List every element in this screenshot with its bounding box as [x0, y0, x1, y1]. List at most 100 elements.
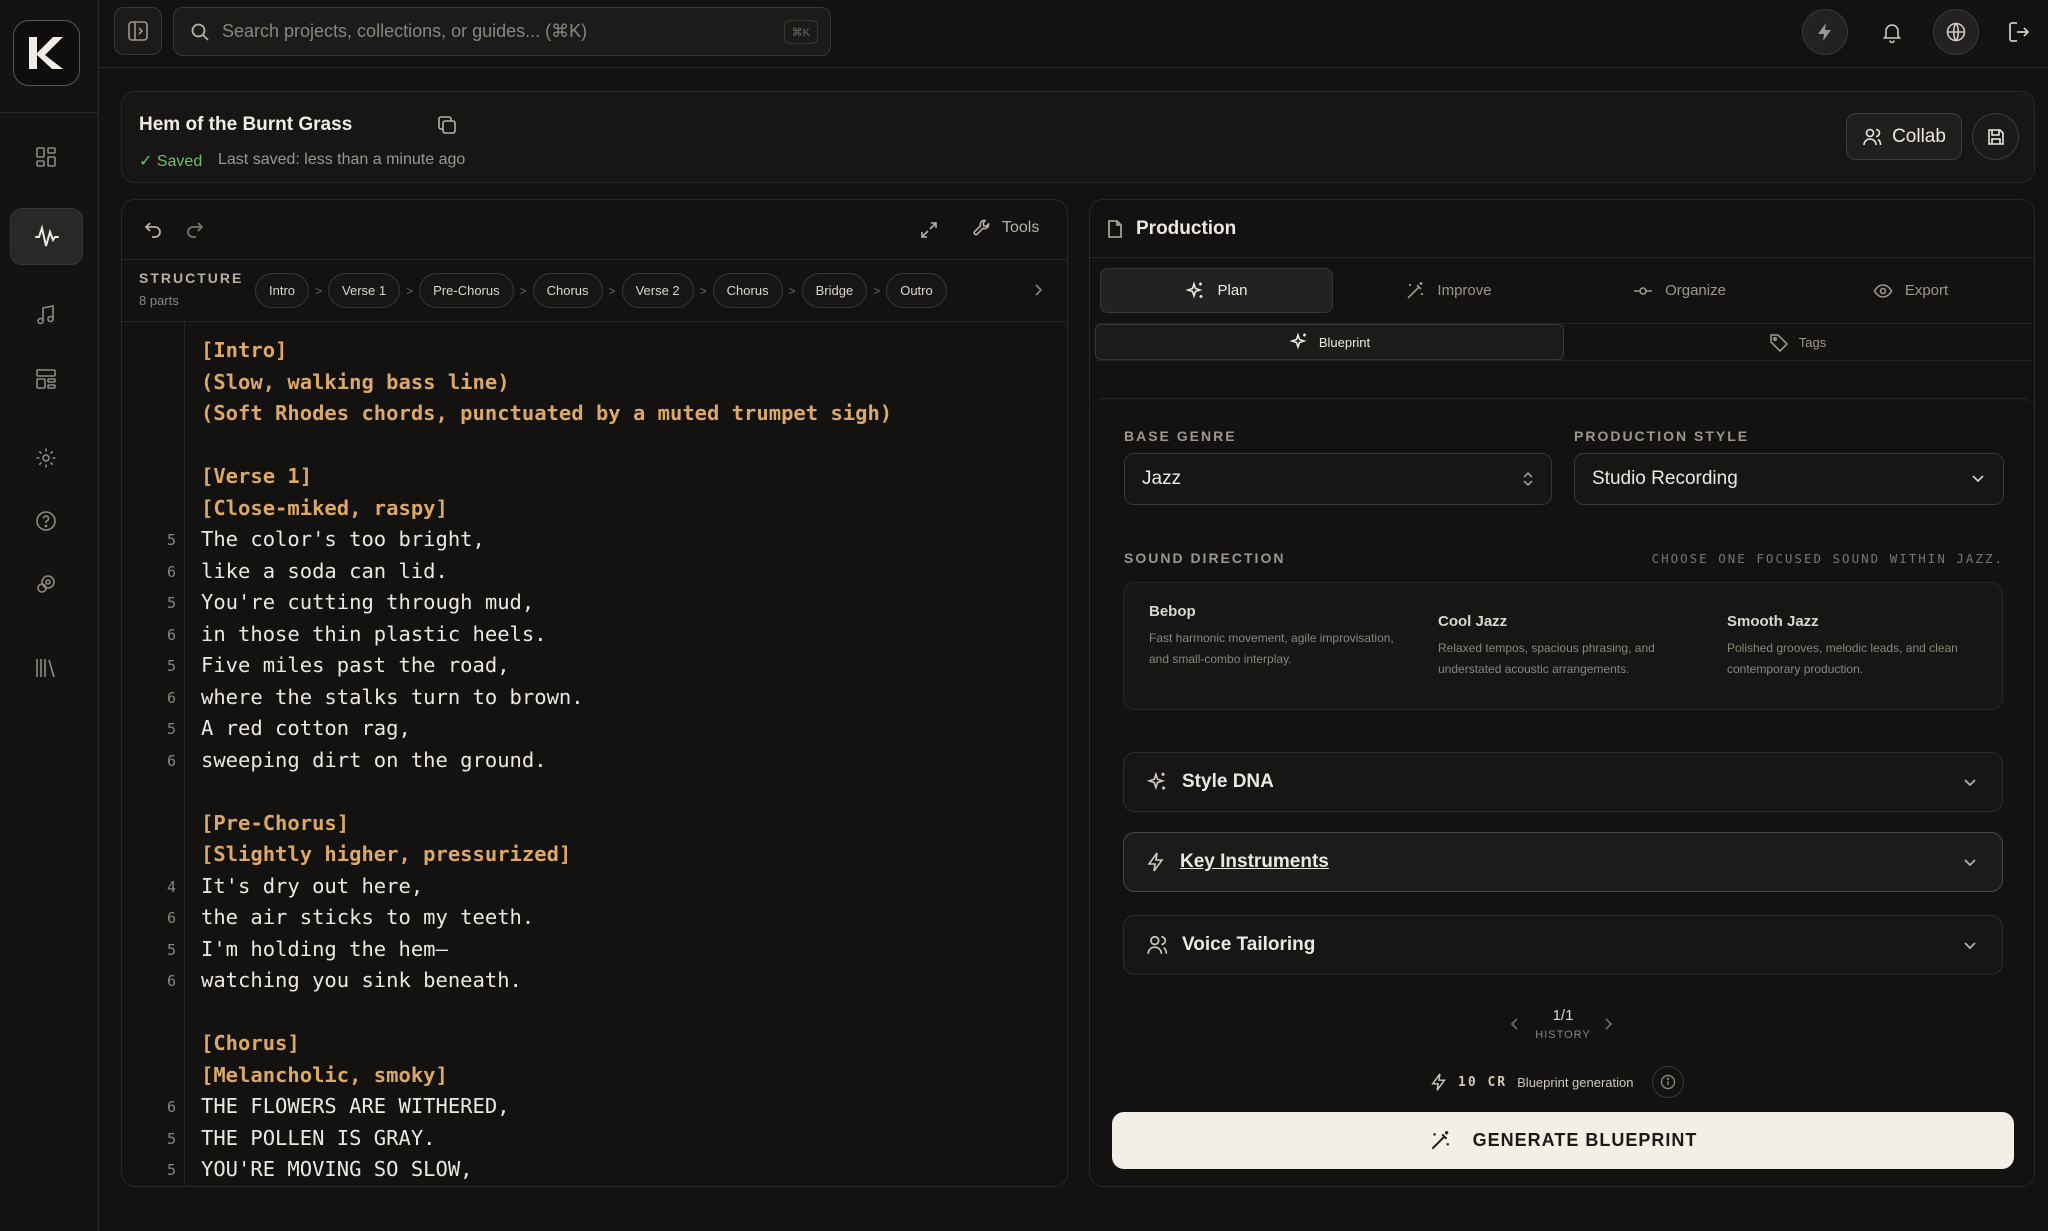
tab-improve[interactable]: Improve [1333, 268, 1564, 313]
lyric-line[interactable]: [Chorus] [122, 1029, 1067, 1061]
lyric-line[interactable]: 5 THE POLLEN IS GRAY. [122, 1124, 1067, 1156]
structure-bar: STRUCTURE 8 parts Intro > Verse 1 > Pre-Chor… [122, 260, 1067, 322]
sound-option-smooth-jazz[interactable]: Smooth Jazz Polished grooves, melodic le… [1727, 613, 1977, 680]
chip-separator: > [406, 283, 414, 298]
structure-chip[interactable]: Outro [886, 273, 947, 308]
generate-blueprint-button[interactable]: GENERATE BLUEPRINT [1112, 1112, 2014, 1169]
lyric-line[interactable]: 5 You're cutting through mud, [122, 588, 1067, 620]
lyrics-text-area[interactable]: [Intro] (Slow, walking bass line) (Soft Rh… [122, 322, 1067, 1186]
music-note-icon[interactable] [26, 295, 66, 335]
sound-option-cool-jazz[interactable]: Cool Jazz Relaxed tempos, spacious phras… [1438, 613, 1688, 680]
waveform-icon[interactable] [10, 208, 83, 265]
sound-option-bebop[interactable]: Bebop Fast harmonic movement, agile impr… [1149, 603, 1399, 670]
lyric-line[interactable] [122, 431, 1067, 463]
settings-gear-icon[interactable] [26, 438, 66, 478]
credit-cost: 10 CR Blueprint generation [1430, 1066, 1684, 1098]
lyric-line[interactable]: 6 THE FLOWERS ARE WITHERED, [122, 1092, 1067, 1124]
notifications-bell-icon[interactable] [1869, 9, 1915, 55]
lyric-line[interactable]: (Slow, walking bass line) [122, 368, 1067, 400]
lyric-line[interactable]: [Verse 1] [122, 462, 1067, 494]
redo-icon[interactable] [183, 218, 207, 242]
lyric-line[interactable] [122, 777, 1067, 809]
base-genre-select[interactable]: Jazz [1124, 453, 1552, 505]
lyric-line[interactable]: (Soft Rhodes chords, punctuated by a mut… [122, 399, 1067, 431]
structure-chip[interactable]: Verse 2 [621, 273, 694, 308]
help-icon[interactable] [26, 501, 66, 541]
lyric-line[interactable]: 5 Five miles past the road, [122, 651, 1067, 683]
syllable-count: 6 [166, 625, 176, 644]
app-logo[interactable] [13, 20, 80, 86]
structure-chip[interactable]: Bridge [801, 273, 868, 308]
sparkles-icon [1289, 332, 1307, 350]
save-button[interactable] [1972, 113, 2019, 160]
collab-label: Collab [1892, 125, 1946, 147]
collab-button[interactable]: Collab [1846, 113, 1962, 160]
tools-button[interactable]: Tools [972, 218, 1039, 238]
lyric-line[interactable]: 6 in those thin plastic heels. [122, 620, 1067, 652]
lyric-text: the air sticks to my teeth. [201, 905, 535, 929]
search-bar[interactable]: ⌘K [173, 7, 831, 56]
undo-icon[interactable] [141, 218, 165, 242]
lyric-line[interactable]: 5 The color's too bright, [122, 525, 1067, 557]
chevron-down-icon [1964, 859, 1976, 867]
production-style-select[interactable]: Studio Recording [1574, 453, 2004, 505]
chevron-right-icon[interactable] [1032, 282, 1044, 298]
lyric-line[interactable]: 6 watching you sink beneath. [122, 966, 1067, 998]
structure-chip[interactable]: Chorus [532, 273, 603, 308]
chevron-down-icon [1964, 779, 1976, 787]
lightning-icon[interactable] [1802, 9, 1848, 55]
tab-organize[interactable]: Organize [1564, 268, 1795, 313]
structure-chip[interactable]: Intro [255, 273, 310, 308]
copy-icon[interactable] [434, 112, 460, 138]
accordion-voice-tailoring[interactable]: Voice Tailoring [1123, 915, 2003, 975]
lyric-line[interactable]: 6 sweeping dirt on the ground. [122, 746, 1067, 778]
structure-chip[interactable]: Verse 1 [328, 273, 401, 308]
lyric-line[interactable]: 6 the air sticks to my teeth. [122, 903, 1067, 935]
tab-export[interactable]: Export [1795, 268, 2026, 313]
history-next-icon[interactable] [1603, 1016, 1613, 1032]
lyric-line[interactable]: 6 where the stalks turn to brown. [122, 683, 1067, 715]
subtab-tags[interactable]: Tags [1564, 324, 2031, 360]
lyric-line[interactable] [122, 998, 1067, 1030]
lyrics-editor: Tools STRUCTURE 8 parts Intro > Verse 1 > Pr… [121, 199, 1068, 1187]
layout-icon[interactable] [26, 359, 66, 399]
floppy-save-icon [1987, 128, 2004, 145]
lyric-line[interactable]: 5 I'm holding the hem— [122, 935, 1067, 967]
section-tag: (Slow, walking bass line) [201, 369, 510, 394]
accordion-key-instruments[interactable]: Key Instruments [1123, 832, 2003, 892]
lyric-line[interactable]: [Intro] [122, 336, 1067, 368]
subtab-blueprint[interactable]: Blueprint [1095, 324, 1564, 360]
lyric-line[interactable]: 6 like a soda can lid. [122, 557, 1067, 589]
expand-icon[interactable] [917, 218, 941, 242]
search-input[interactable] [222, 21, 762, 42]
section-tag: [Intro] [201, 338, 288, 362]
dashboard-icon[interactable] [26, 137, 66, 177]
lyric-line[interactable]: 5 A red cotton rag, [122, 714, 1067, 746]
lyric-line[interactable]: [Pre-Chorus] [122, 809, 1067, 841]
library-icon[interactable] [26, 648, 66, 688]
section-tag: [Melancholic, smoky] [201, 1062, 448, 1087]
lyric-line[interactable]: 5 YOU'RE MOVING SO SLOW, [122, 1155, 1067, 1186]
tab-plan[interactable]: Plan [1100, 268, 1333, 313]
syllable-count: 5 [166, 594, 176, 612]
accordion-key-instruments-label: Key Instruments [1180, 851, 1329, 872]
lyric-line[interactable]: [Slightly higher, pressurized] [122, 840, 1067, 872]
lyric-text: THE FLOWERS ARE WITHERED, [201, 1094, 510, 1118]
syllable-count: 6 [166, 751, 176, 770]
accordion-style-dna[interactable]: Style DNA [1123, 752, 2003, 812]
sound-direction-label: SOUND DIRECTION [1124, 550, 1286, 566]
logout-icon[interactable] [1996, 9, 2042, 55]
lyric-line[interactable]: [Melancholic, smoky] [122, 1061, 1067, 1093]
palette-icon[interactable] [26, 564, 66, 604]
lyric-line[interactable]: 4 It's dry out here, [122, 872, 1067, 904]
sidebar-toggle-button[interactable] [114, 7, 162, 55]
project-title[interactable]: Hem of the Burnt Grass [139, 114, 352, 136]
globe-icon[interactable] [1933, 9, 1979, 55]
last-saved-text: Last saved: less than a minute ago [218, 151, 466, 168]
structure-chip[interactable]: Chorus [712, 273, 783, 308]
info-icon[interactable] [1651, 1066, 1684, 1098]
lyric-line[interactable]: [Close-miked, raspy] [122, 494, 1067, 526]
section-tag: [Chorus] [201, 1031, 300, 1055]
syllable-count: 4 [166, 877, 176, 896]
structure-chip[interactable]: Pre-Chorus [419, 273, 514, 308]
